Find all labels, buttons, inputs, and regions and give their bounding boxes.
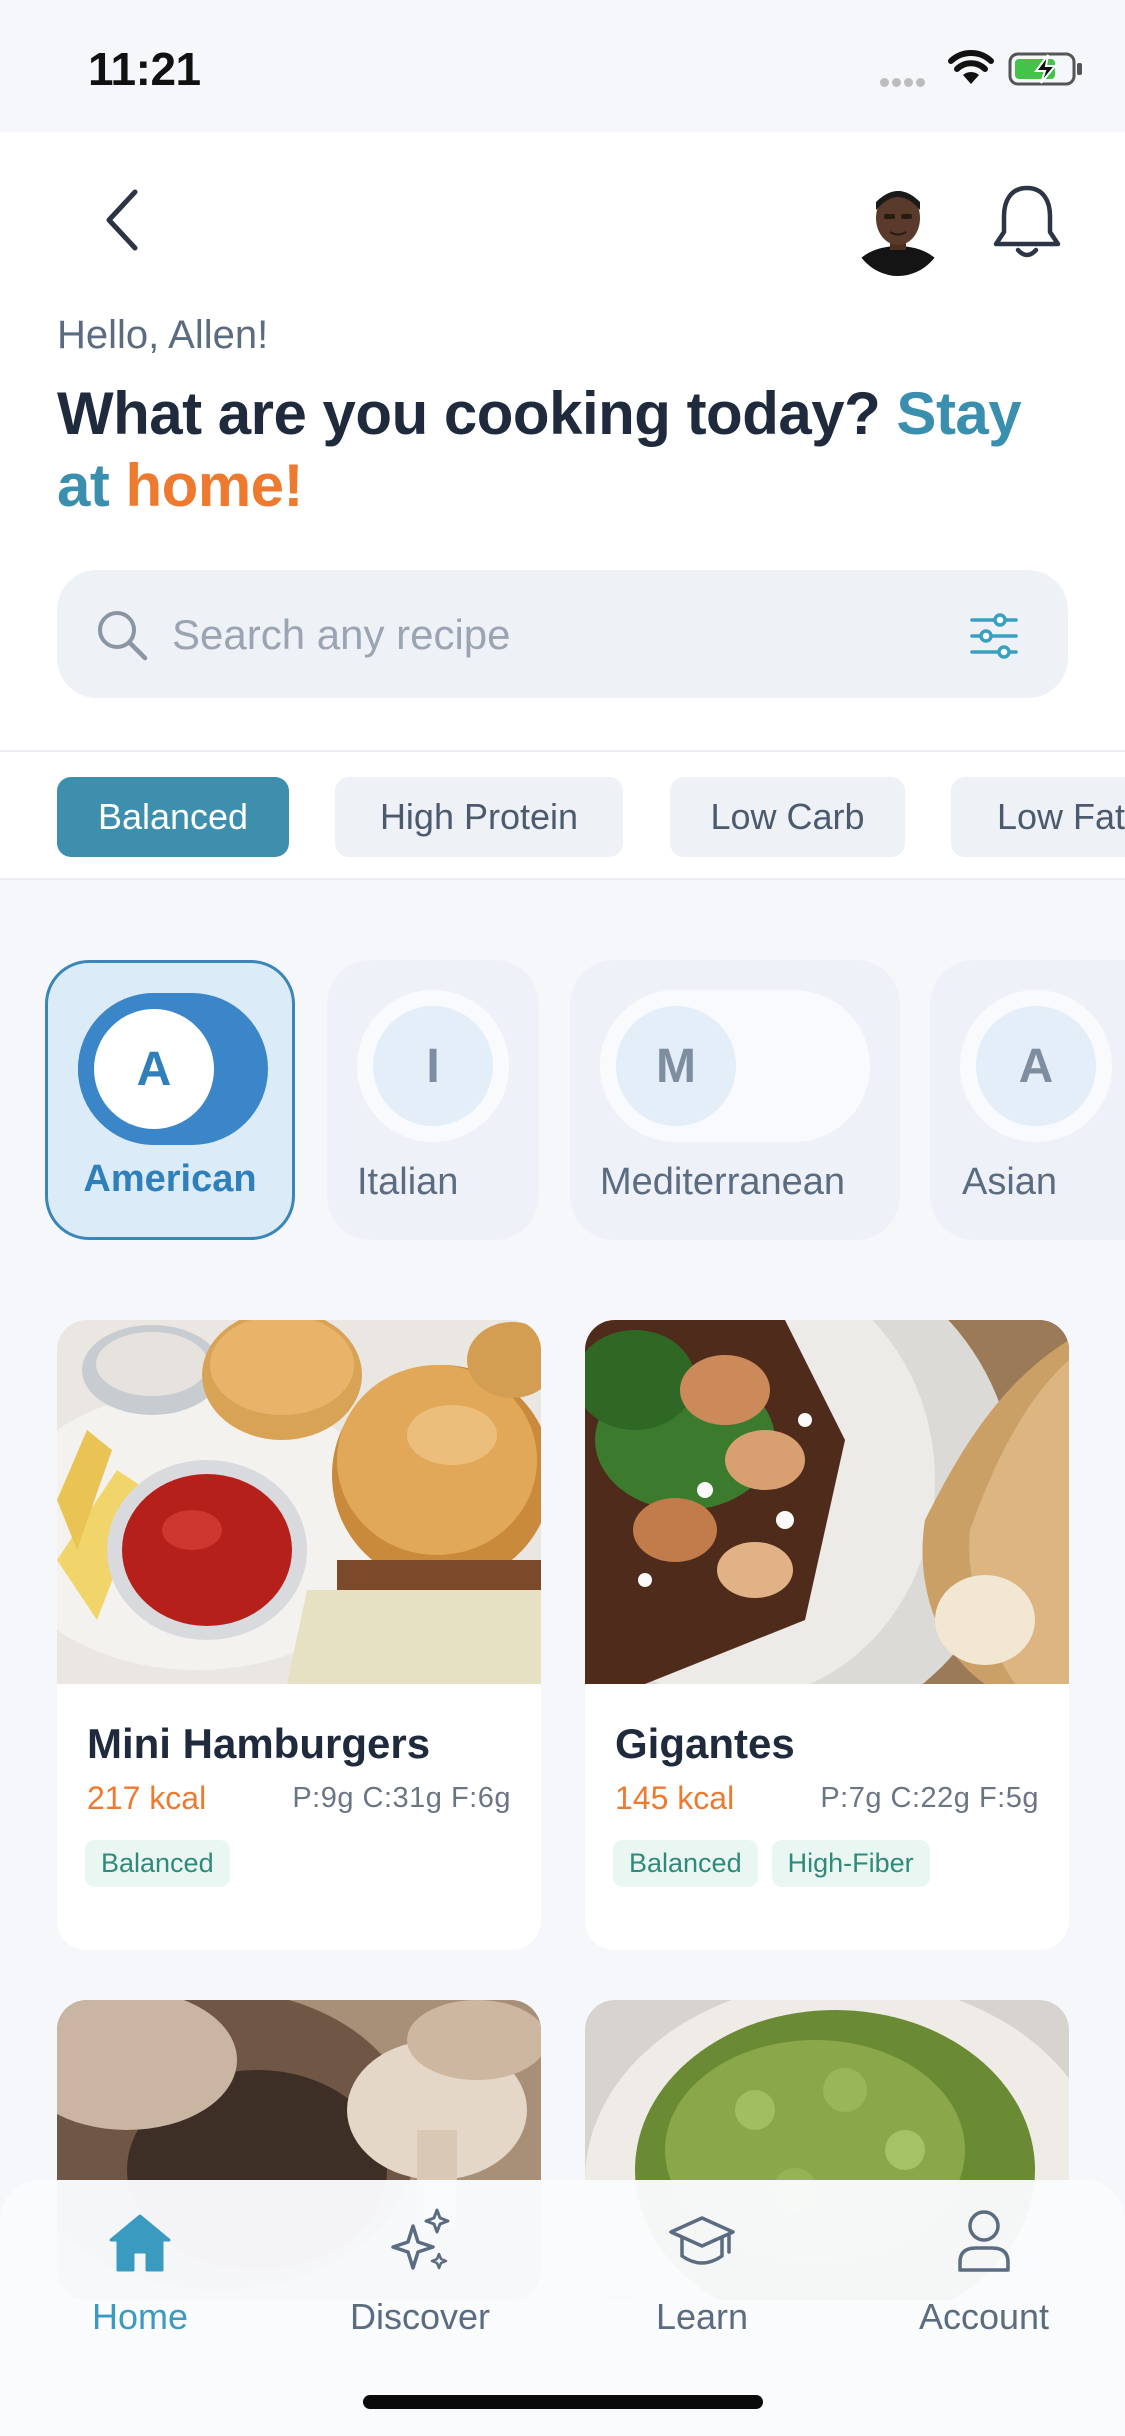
recipe-calories: 217 kcal xyxy=(87,1780,207,1816)
recipe-calories: 145 kcal xyxy=(615,1780,735,1816)
graduation-cap-icon xyxy=(669,2216,735,2265)
search-input[interactable] xyxy=(172,600,932,670)
filter-button[interactable] xyxy=(964,606,1024,666)
tag-badge: High-Fiber xyxy=(771,1840,930,1887)
recipe-title: Mini Hamburgers xyxy=(87,1720,431,1767)
home-indicator xyxy=(363,2395,763,2409)
nav-label: Home xyxy=(91,2296,189,2337)
cuisine-initial: M xyxy=(616,1006,736,1126)
cuisine-avatar: I xyxy=(357,990,509,1142)
cellular-signal-icon xyxy=(880,74,928,92)
chip-low-fat[interactable]: Low Fat xyxy=(951,777,1125,857)
cuisine-label: American xyxy=(83,1158,257,1200)
status-time: 11:21 xyxy=(88,43,201,95)
user-icon xyxy=(958,2210,1010,2272)
sliders-icon xyxy=(970,613,1018,659)
nav-label: Learn xyxy=(655,2296,749,2337)
nav-home[interactable]: Home xyxy=(30,2190,250,2350)
notifications-button[interactable] xyxy=(986,180,1068,264)
bell-icon xyxy=(993,185,1061,258)
tag-badge: Balanced xyxy=(613,1840,758,1887)
sparkles-icon xyxy=(391,2208,450,2270)
cuisine-avatar: A xyxy=(78,993,230,1145)
recipe-photo xyxy=(57,1320,541,1684)
chip-balanced[interactable]: Balanced xyxy=(57,777,289,857)
recipe-tags: Balanced xyxy=(85,1840,230,1887)
chevron-left-icon xyxy=(106,189,138,251)
cuisine-italian[interactable]: I Italian xyxy=(327,960,539,1240)
search-icon xyxy=(98,611,148,661)
recipe-card[interactable]: Mini Hamburgers 217 kcal P:9g C:31g F:6g… xyxy=(57,1320,541,1950)
cuisine-mediterranean[interactable]: M Mediterranean xyxy=(570,960,900,1240)
cuisine-label: Mediterranean xyxy=(600,1161,846,1203)
nav-learn[interactable]: Learn xyxy=(592,2190,812,2350)
cuisine-avatar: M xyxy=(600,990,752,1142)
home-icon xyxy=(109,2214,171,2272)
diet-filter-bar: Balanced High Protein Low Carb Low Fat xyxy=(0,750,1125,880)
cuisine-asian[interactable]: A Asian xyxy=(930,960,1125,1240)
nav-discover[interactable]: Discover xyxy=(310,2190,530,2350)
cuisine-label: Asian xyxy=(962,1161,1058,1203)
nav-label: Discover xyxy=(349,2296,491,2337)
cuisine-american[interactable]: A American xyxy=(45,960,295,1240)
cuisine-initial: A xyxy=(976,1006,1096,1126)
back-button[interactable] xyxy=(88,180,158,260)
chip-low-carb[interactable]: Low Carb xyxy=(670,777,905,857)
cuisine-avatar: A xyxy=(960,990,1112,1142)
battery-charging-icon xyxy=(1008,52,1082,86)
chip-high-protein[interactable]: High Protein xyxy=(335,777,623,857)
cuisine-initial: I xyxy=(373,1006,493,1126)
recipe-title: Gigantes xyxy=(615,1720,795,1767)
avatar[interactable] xyxy=(850,172,946,276)
cuisine-label: Italian xyxy=(357,1161,459,1203)
greeting: Hello, Allen! xyxy=(57,313,269,357)
nav-account[interactable]: Account xyxy=(874,2190,1094,2350)
recipe-photo xyxy=(585,1320,1069,1684)
recipe-card[interactable]: Gigantes 145 kcal P:7g C:22g F:5g Balanc… xyxy=(585,1320,1069,1950)
cuisine-initial: A xyxy=(94,1009,214,1129)
recipe-macros: P:9g C:31g F:6g xyxy=(292,1782,511,1814)
wifi-icon xyxy=(948,50,994,84)
nav-label: Account xyxy=(918,2296,1050,2337)
page-title: What are you cooking today? Stay at home! xyxy=(57,380,1022,519)
tag-badge: Balanced xyxy=(85,1840,230,1887)
recipe-macros: P:7g C:22g F:5g xyxy=(820,1782,1039,1814)
recipe-tags: Balanced High-Fiber xyxy=(613,1840,930,1887)
